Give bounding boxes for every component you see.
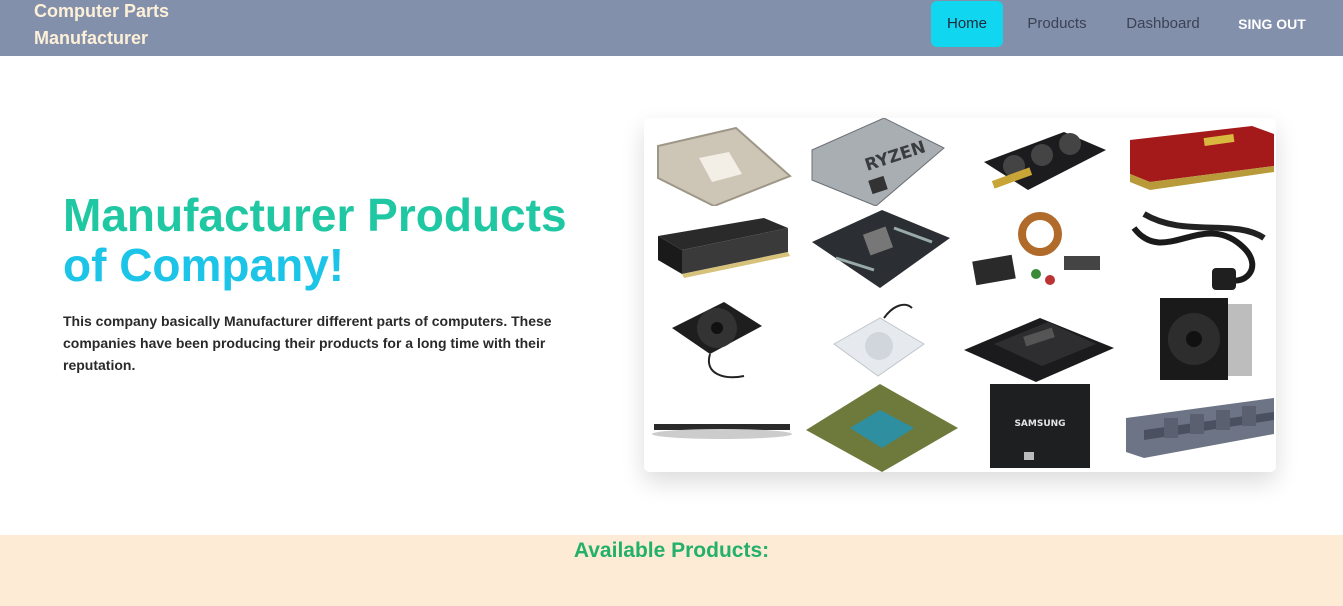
ram-pair-image — [1118, 384, 1276, 472]
brand-logo[interactable]: Computer Parts Manufacturer — [34, 0, 254, 52]
products-section: Available Products: — [0, 535, 1343, 606]
ram-side-image — [644, 384, 802, 472]
ssd-open-image — [960, 294, 1118, 384]
hero-description: This company basically Manufacturer diff… — [63, 313, 552, 373]
cpu-chip-image — [802, 384, 960, 472]
case-fan-image — [644, 294, 802, 384]
electronic-components-image — [960, 206, 1118, 294]
section-title: Available Products: — [573, 539, 770, 562]
motherboard-image — [802, 206, 960, 294]
graphics-card-image — [960, 118, 1118, 206]
hero-title-line1: Manufacturer Products — [63, 189, 567, 241]
cpu-cooler-image — [1118, 294, 1276, 384]
clear-fan-image — [802, 294, 960, 384]
nav-dashboard[interactable]: Dashboard — [1120, 0, 1206, 48]
cpu-socket-image — [644, 118, 802, 208]
ram-stick-image — [644, 206, 802, 294]
hero-product-collage: RYZEN SAMSUNG — [644, 118, 1276, 472]
samsung-label: SAMSUNG — [1014, 419, 1065, 429]
nav-products[interactable]: Products — [1020, 0, 1094, 48]
sign-out-button[interactable]: SING OUT — [1232, 0, 1312, 48]
samsung-ssd-image: SAMSUNG — [960, 384, 1118, 472]
ryzen-cpu-image: RYZEN — [802, 118, 960, 207]
nav-home[interactable]: Home — [931, 1, 1003, 47]
power-cable-image — [1118, 206, 1276, 294]
navbar: Computer Parts Manufacturer Home Product… — [0, 0, 1343, 56]
red-ram-image — [1118, 118, 1276, 206]
hero-title-line2: of Company! — [63, 239, 345, 291]
hero-title: Manufacturer Products of Company! — [63, 190, 623, 290]
